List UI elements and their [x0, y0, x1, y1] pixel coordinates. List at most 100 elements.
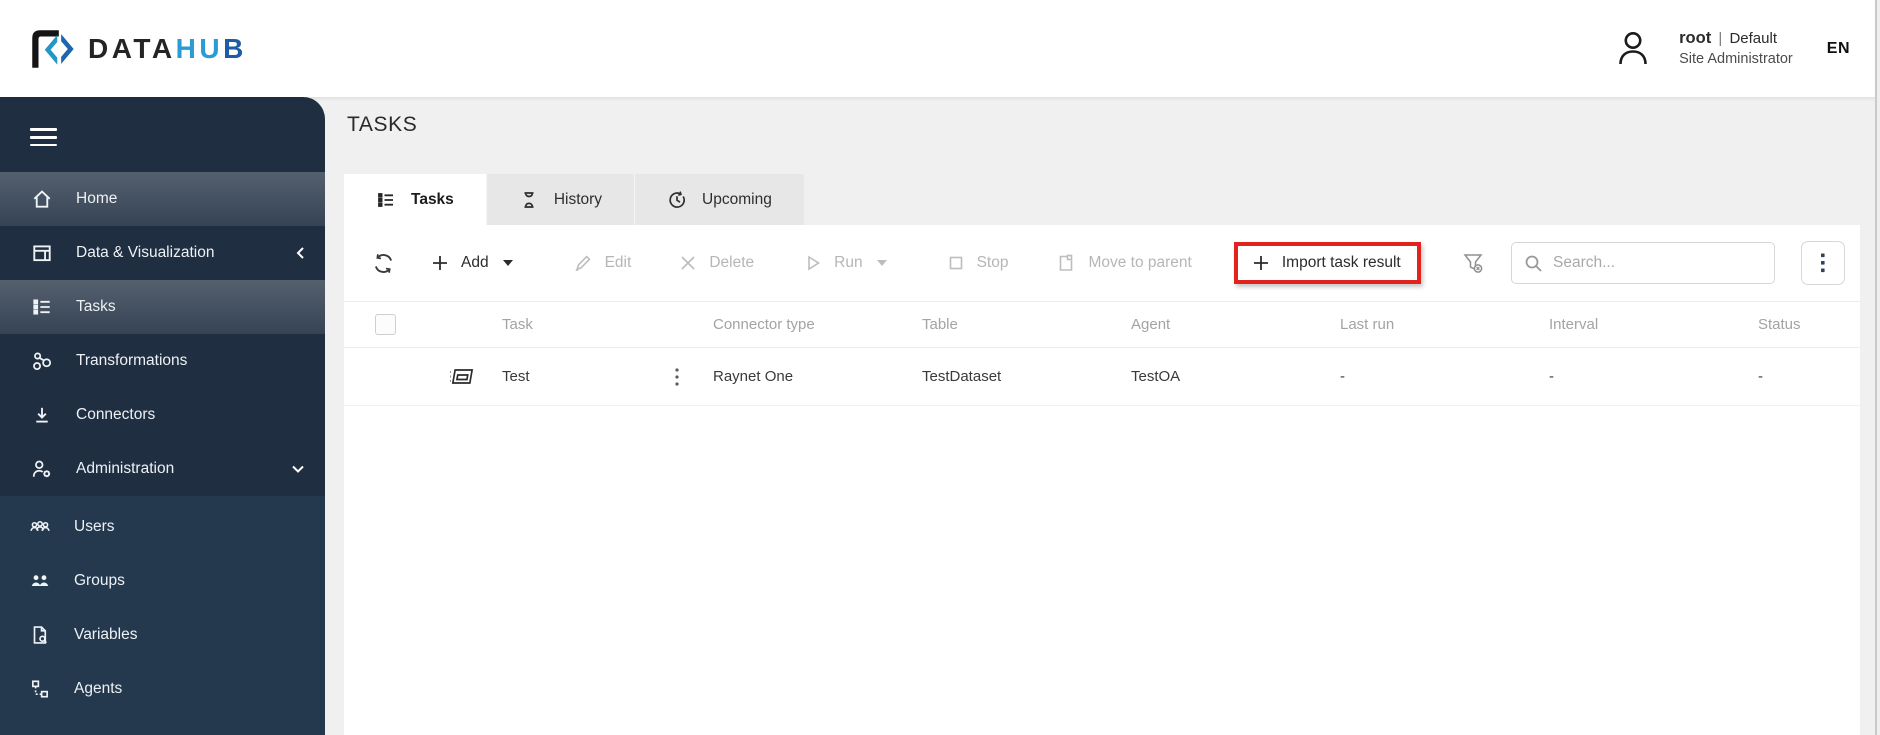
users-icon — [28, 516, 52, 538]
tabstrip: Tasks History Upcoming — [344, 174, 804, 225]
status-cell: - — [1758, 368, 1763, 385]
toolbar-right — [1461, 241, 1845, 285]
column-header-table[interactable]: Table — [922, 316, 1131, 333]
run-button[interactable]: Run — [804, 254, 887, 272]
vertical-scrollbar[interactable] — [1875, 0, 1880, 735]
groups-icon — [28, 570, 52, 592]
user-info[interactable]: root | Default Site Administrator — [1679, 28, 1793, 68]
add-button[interactable]: Add — [431, 254, 513, 272]
sidebar-item-tasks[interactable]: Tasks — [0, 279, 325, 334]
delete-label: Delete — [709, 254, 755, 271]
sidebar-item-home[interactable]: Home — [0, 171, 325, 226]
column-header-connector-type[interactable]: Connector type — [713, 316, 922, 333]
sidebar-item-label: Administration — [76, 459, 175, 477]
datahub-app: DATAHUB root | Default Site Administrato… — [0, 0, 1880, 735]
sidebar-item-groups[interactable]: Groups — [0, 554, 325, 608]
table-cell: TestDataset — [922, 368, 1002, 385]
sidebar-item-label: Data & Visualization — [76, 243, 215, 261]
last-run-cell: - — [1340, 368, 1345, 385]
tab-upcoming[interactable]: Upcoming — [634, 174, 804, 225]
select-all-checkbox[interactable] — [375, 314, 396, 335]
import-task-result-button[interactable]: Import task result — [1252, 254, 1401, 272]
tab-history[interactable]: History — [485, 174, 635, 225]
stop-label: Stop — [976, 254, 1009, 271]
sidebar-item-connectors[interactable]: Connectors — [0, 388, 325, 442]
sidebar-item-label: Variables — [74, 625, 138, 643]
administration-submenu: Users Groups Variables Agents — [0, 495, 325, 735]
sidebar-item-administration[interactable]: Administration — [0, 442, 325, 496]
sidebar-item-transformations[interactable]: Transformations — [0, 334, 325, 388]
play-icon — [804, 254, 822, 272]
move-to-parent-button[interactable]: Move to parent — [1056, 253, 1192, 273]
datahub-logo[interactable]: DATAHUB — [26, 25, 247, 73]
dropdown-caret-icon — [876, 260, 887, 266]
sidebar-item-data-visualization[interactable]: Data & Visualization — [0, 226, 325, 280]
search-icon — [1524, 254, 1543, 273]
table-header: Task Connector type Table Agent Last run… — [344, 301, 1860, 348]
transformations-icon — [30, 350, 54, 372]
plus-icon — [431, 254, 449, 272]
connectors-icon — [30, 404, 54, 426]
plus-icon — [1252, 254, 1270, 272]
sidebar-item-variables[interactable]: Variables — [0, 608, 325, 662]
top-header: DATAHUB root | Default Site Administrato… — [0, 0, 1880, 97]
edit-label: Edit — [604, 254, 632, 271]
chevron-left-icon — [295, 246, 305, 260]
logo-wordmark: DATAHUB — [88, 32, 247, 64]
tab-label: Upcoming — [702, 190, 772, 208]
page-title: TASKS — [347, 113, 418, 136]
language-selector[interactable]: EN — [1827, 40, 1850, 58]
agents-icon — [28, 678, 52, 700]
variables-icon — [28, 624, 52, 646]
x-icon — [679, 254, 697, 272]
column-header-last-run[interactable]: Last run — [1340, 316, 1549, 333]
column-header-status[interactable]: Status — [1758, 316, 1860, 333]
home-icon — [30, 188, 54, 210]
stop-icon — [947, 254, 965, 272]
edit-button[interactable]: Edit — [573, 253, 632, 273]
delete-button[interactable]: Delete — [679, 254, 754, 272]
sidebar-item-label: Connectors — [76, 405, 156, 423]
search-input[interactable] — [1553, 254, 1762, 272]
administration-icon — [30, 458, 54, 480]
chevron-down-icon — [291, 464, 305, 474]
stop-button[interactable]: Stop — [947, 254, 1009, 272]
task-list-icon — [30, 296, 54, 318]
task-name: Test — [502, 368, 530, 385]
table-row[interactable]: Test Raynet One TestDataset TestOA - - - — [344, 348, 1860, 406]
upcoming-clock-icon — [667, 190, 687, 210]
data-visualization-icon — [30, 242, 54, 264]
task-list-icon — [376, 190, 396, 210]
connector-type-cell: Raynet One — [713, 368, 794, 385]
kebab-menu-icon — [1820, 252, 1826, 274]
user-name-line: root | Default — [1679, 29, 1777, 48]
sidebar-item-label: Transformations — [76, 351, 188, 369]
task-type-icon — [448, 365, 478, 389]
column-header-interval[interactable]: Interval — [1549, 316, 1758, 333]
sidebar-item-users[interactable]: Users — [0, 500, 325, 554]
row-menu-kebab-icon[interactable] — [675, 367, 679, 386]
tab-label: History — [553, 190, 603, 208]
column-header-task[interactable]: Task — [436, 316, 713, 333]
tab-label: Tasks — [411, 190, 454, 208]
import-task-result-label: Import task result — [1281, 254, 1401, 271]
column-header-agent[interactable]: Agent — [1131, 316, 1340, 333]
task-cell: Test — [436, 365, 713, 389]
run-label: Run — [834, 254, 863, 271]
sidebar-item-agents[interactable]: Agents — [0, 662, 325, 716]
tab-tasks[interactable]: Tasks — [344, 174, 486, 225]
move-to-parent-icon — [1056, 253, 1076, 273]
pencil-icon — [573, 253, 593, 273]
agent-cell: TestOA — [1131, 368, 1181, 385]
search-box — [1511, 242, 1775, 284]
user-avatar-icon[interactable] — [1613, 28, 1653, 70]
sidebar-item-label: Users — [74, 517, 115, 535]
refresh-icon[interactable] — [372, 252, 395, 275]
more-options-button[interactable] — [1801, 241, 1845, 285]
sidebar-item-label: Groups — [74, 571, 125, 589]
tasks-panel: Add Edit Delete Run Stop Move to parent … — [344, 225, 1860, 735]
sidebar: Home Data & Visualization Tasks Transfor… — [0, 97, 325, 735]
hamburger-icon[interactable] — [30, 123, 57, 152]
import-annotation-red-box: Import task result — [1233, 242, 1421, 284]
filter-clear-icon[interactable] — [1461, 251, 1485, 275]
